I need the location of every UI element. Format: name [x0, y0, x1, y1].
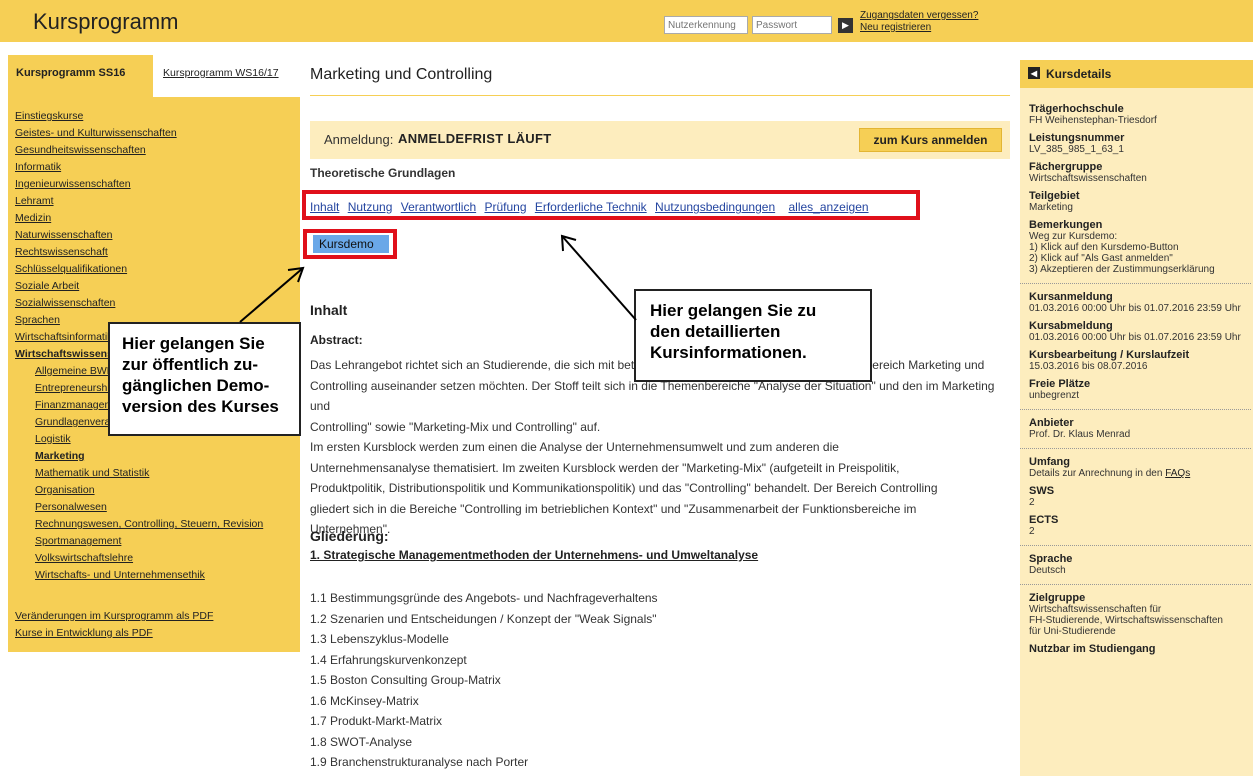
detail-label: ECTS — [1029, 514, 1059, 526]
detail-value: Marketing — [1029, 202, 1073, 213]
details-title: Kursdetails — [1046, 67, 1112, 81]
detail-value: Deutsch — [1029, 565, 1066, 576]
detail-label: Freie Plätze — [1029, 378, 1091, 390]
detail-value: unbegrenzt — [1029, 390, 1080, 401]
detail-value: FH-Studierende, Wirtschaftswissenschafte… — [1029, 615, 1223, 626]
detail-value: 2 — [1029, 526, 1035, 537]
collapse-icon[interactable]: ◀ — [1028, 67, 1040, 79]
detail-label: Trägerhochschule — [1029, 103, 1124, 115]
divider — [1020, 545, 1251, 546]
detail-label: Leistungsnummer — [1029, 132, 1125, 144]
detail-value: Wirtschaftswissenschaften für — [1029, 604, 1162, 615]
umfang-text: Details zur Anrechnung in den — [1029, 468, 1163, 479]
divider — [1020, 448, 1251, 449]
detail-value: Details zur Anrechnung in den FAQs — [1029, 468, 1251, 479]
detail-value: Wirtschaftswissenschaften — [1029, 173, 1147, 184]
detail-value: 2) Klick auf "Als Gast anmelden" — [1029, 253, 1173, 264]
detail-label: Kursbearbeitung / Kurslaufzeit — [1029, 349, 1190, 361]
detail-value: Weg zur Kursdemo: — [1029, 231, 1118, 242]
detail-label: Kursabmeldung — [1029, 320, 1113, 332]
course-details-header[interactable]: ◀ Kursdetails — [1020, 60, 1253, 88]
arrow-to-tabs — [561, 235, 637, 321]
detail-label: Umfang — [1029, 456, 1070, 468]
detail-value: LV_385_985_1_63_1 — [1029, 144, 1124, 155]
detail-value: für Uni-Studierende — [1029, 626, 1116, 637]
detail-label: Zielgruppe — [1029, 592, 1086, 604]
detail-value: Prof. Dr. Klaus Menrad — [1029, 429, 1131, 440]
detail-value: 3) Akzeptieren der Zustimmungserklärung — [1029, 264, 1215, 275]
detail-value: 01.03.2016 00:00 Uhr bis 01.07.2016 23:5… — [1029, 332, 1241, 343]
faq-link[interactable]: FAQs — [1165, 468, 1190, 479]
detail-value: 01.03.2016 00:00 Uhr bis 01.07.2016 23:5… — [1029, 303, 1241, 314]
detail-label: Fächergruppe — [1029, 161, 1103, 173]
detail-value: FH Weihenstephan-Triesdorf — [1029, 115, 1157, 126]
detail-value: 2 — [1029, 497, 1035, 508]
detail-label: Anbieter — [1029, 417, 1074, 429]
details-body: Trägerhochschule FH Weihenstephan-Triesd… — [1020, 103, 1251, 655]
detail-label: Nutzbar im Studiengang — [1029, 643, 1156, 655]
detail-label: Kursanmeldung — [1029, 291, 1113, 303]
divider — [1020, 409, 1251, 410]
detail-label: Teilgebiet — [1029, 190, 1080, 202]
detail-label: SWS — [1029, 485, 1055, 497]
arrow-to-demo — [239, 267, 304, 323]
divider — [1020, 584, 1251, 585]
detail-value: 1) Klick auf den Kursdemo-Button — [1029, 242, 1179, 253]
detail-label: Bemerkungen — [1029, 219, 1103, 231]
detail-label: Sprache — [1029, 553, 1073, 565]
divider — [1020, 283, 1251, 284]
detail-value: 15.03.2016 bis 08.07.2016 — [1029, 361, 1148, 372]
